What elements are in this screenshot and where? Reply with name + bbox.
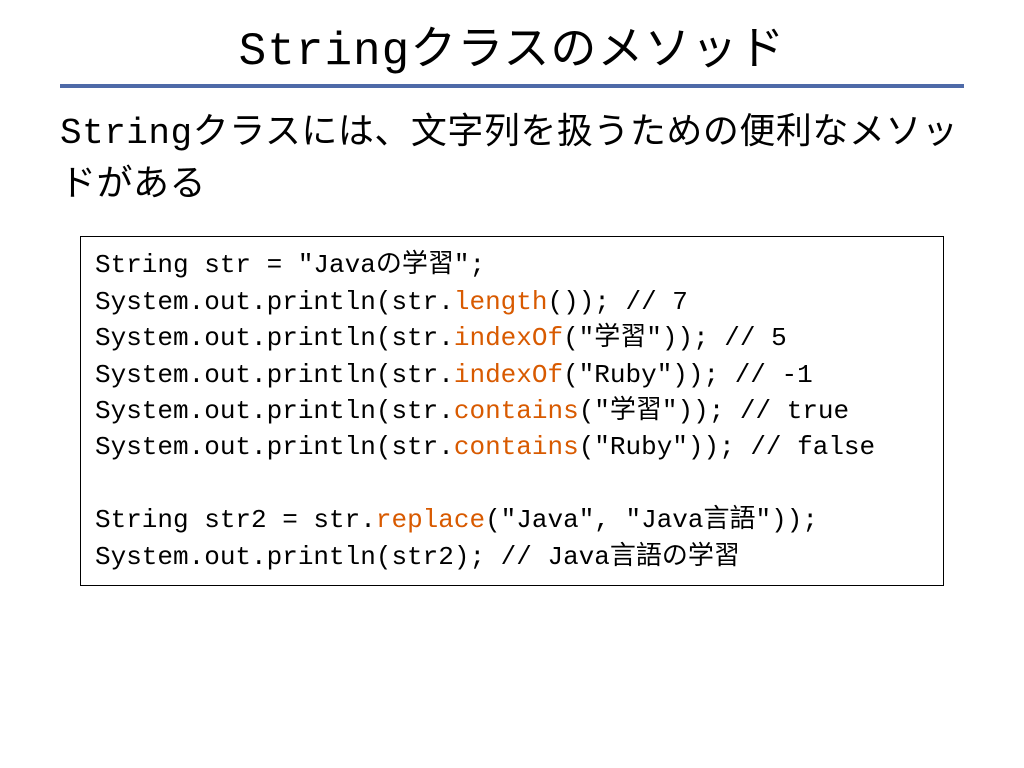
slide: Stringクラスのメソッド Stringクラスには、文字列を扱うための便利なメ… bbox=[0, 0, 1024, 768]
code-line: ("Java", "Java言語")); bbox=[485, 505, 818, 535]
code-line: ("Ruby")); // -1 bbox=[563, 360, 813, 390]
slide-title: Stringクラスのメソッド bbox=[60, 12, 964, 78]
method-highlight: indexOf bbox=[454, 323, 563, 353]
code-line: String str2 = str. bbox=[95, 505, 376, 535]
code-line: System.out.println(str. bbox=[95, 323, 454, 353]
method-highlight: contains bbox=[454, 396, 579, 426]
code-line: System.out.println(str2); // Java言語の学習 bbox=[95, 542, 740, 572]
code-line: System.out.println(str. bbox=[95, 360, 454, 390]
code-line: String str = "Javaの学習"; bbox=[95, 250, 485, 280]
method-highlight: contains bbox=[454, 432, 579, 462]
code-line: System.out.println(str. bbox=[95, 287, 454, 317]
method-highlight: replace bbox=[376, 505, 485, 535]
code-line: System.out.println(str. bbox=[95, 432, 454, 462]
code-block: String str = "Javaの学習"; System.out.print… bbox=[80, 236, 944, 586]
method-highlight: indexOf bbox=[454, 360, 563, 390]
code-line: ("学習")); // true bbox=[579, 396, 849, 426]
title-underline bbox=[60, 84, 964, 88]
method-highlight: length bbox=[454, 287, 548, 317]
code-line: ()); // 7 bbox=[547, 287, 687, 317]
code-line: ("Ruby")); // false bbox=[579, 432, 875, 462]
code-line: ("学習")); // 5 bbox=[563, 323, 787, 353]
slide-description: Stringクラスには、文字列を扱うための便利なメソッドがある bbox=[60, 108, 964, 212]
code-line: System.out.println(str. bbox=[95, 396, 454, 426]
